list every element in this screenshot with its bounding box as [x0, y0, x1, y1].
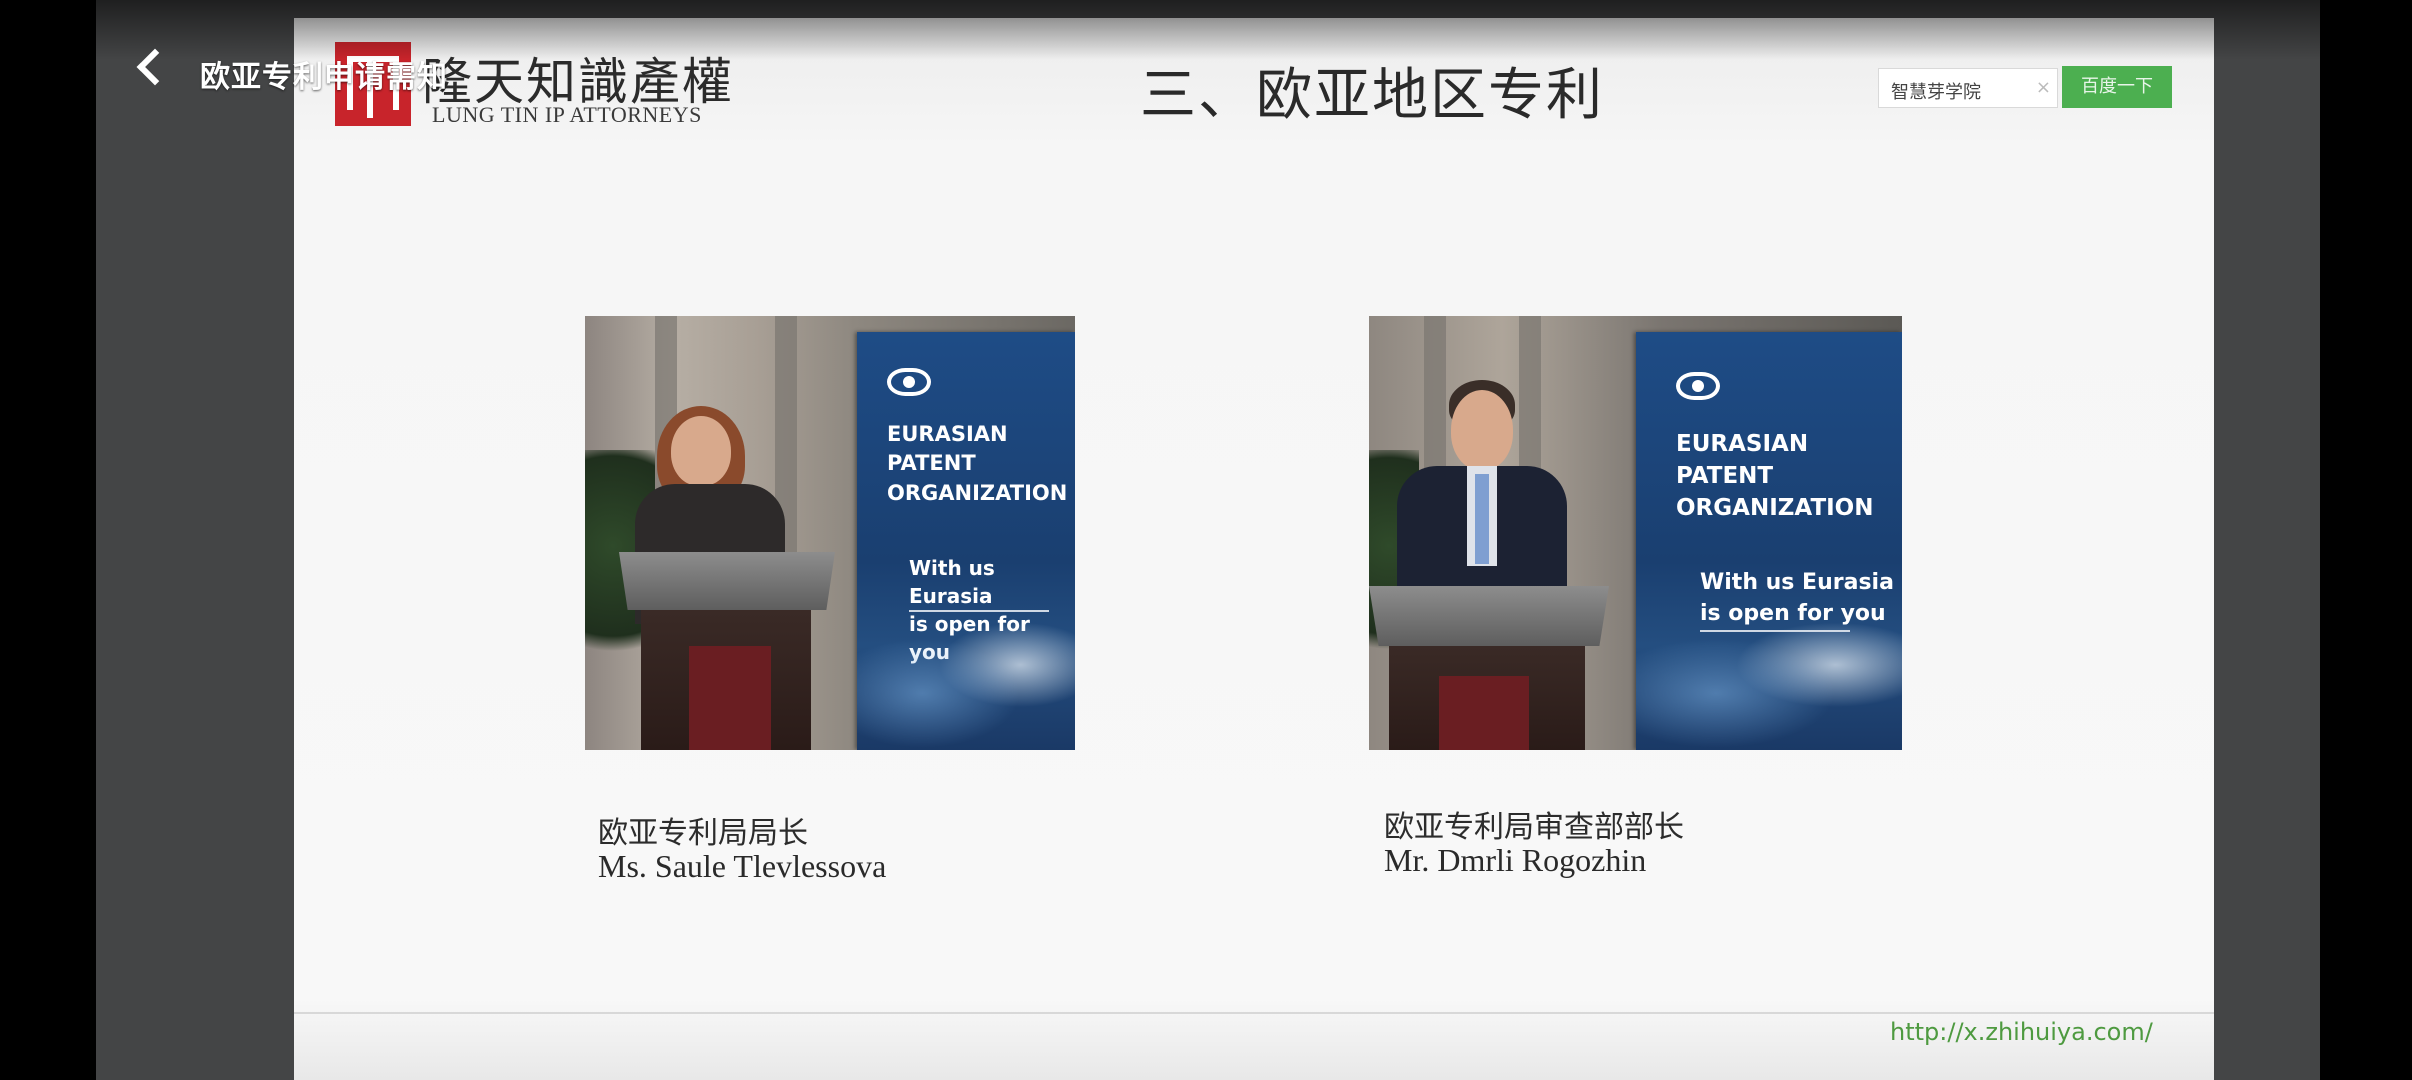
caption-name-1: Ms. Saule Tlevlessova [598, 848, 887, 884]
eurasian-banner: EURASIAN PATENT ORGANIZATION With us Eur… [857, 332, 1075, 750]
eapo-eye-icon [1676, 372, 1720, 400]
caption-title-1: 欧亚专利局局长 [598, 816, 808, 851]
lectern-top [1369, 586, 1609, 646]
speaker-photo-1: EURASIAN PATENT ORGANIZATION With us Eur… [585, 316, 1075, 750]
back-arrow-icon[interactable] [128, 44, 172, 100]
search-button: 百度一下 [2062, 66, 2172, 108]
slide-footer-divider [294, 1012, 2214, 1014]
banner-rule [1700, 630, 1850, 632]
banner-slogan: With us Eurasia is open for you [909, 556, 1030, 664]
search-input: 智慧芽学院 × [1878, 68, 2058, 108]
search-input-value: 智慧芽学院 [1891, 82, 1981, 103]
head [671, 416, 731, 486]
footer-url: http://x.zhihuiya.com/ [1890, 1018, 2153, 1046]
banner-org-name: EURASIAN PATENT ORGANIZATION [887, 422, 1068, 505]
head [1451, 390, 1513, 470]
lectern-top [619, 552, 835, 610]
logo-english-text: LUNG TIN IP ATTORNEYS [432, 102, 702, 127]
caption-title-2: 欧亚专利局审查部部长 [1384, 810, 1684, 845]
banner-slogan: With us Eurasia is open for you [1700, 570, 1894, 626]
eapo-eye-icon [887, 368, 931, 396]
right-letterbox [2320, 0, 2412, 1080]
banner-org-name: EURASIAN PATENT ORGANIZATION [1676, 431, 1874, 522]
banner-rule [909, 610, 1049, 612]
lectern-panel [1439, 676, 1529, 750]
lectern-panel [689, 646, 771, 750]
page-title: 欧亚专利申请需知 [200, 60, 448, 95]
top-overlay-gradient [96, 0, 2320, 60]
eurasian-banner: EURASIAN PATENT ORGANIZATION With us Eur… [1636, 332, 1902, 750]
speaker-photo-2: EURASIAN PATENT ORGANIZATION With us Eur… [1369, 316, 1902, 750]
slide-title: 三、欧亚地区专利 [1140, 63, 1604, 128]
caption-name-2: Mr. Dmrli Rogozhin [1384, 842, 1647, 878]
presentation-slide [294, 18, 2214, 1080]
clear-icon: × [2035, 77, 2051, 98]
tie [1475, 474, 1489, 564]
left-letterbox [0, 0, 96, 1080]
